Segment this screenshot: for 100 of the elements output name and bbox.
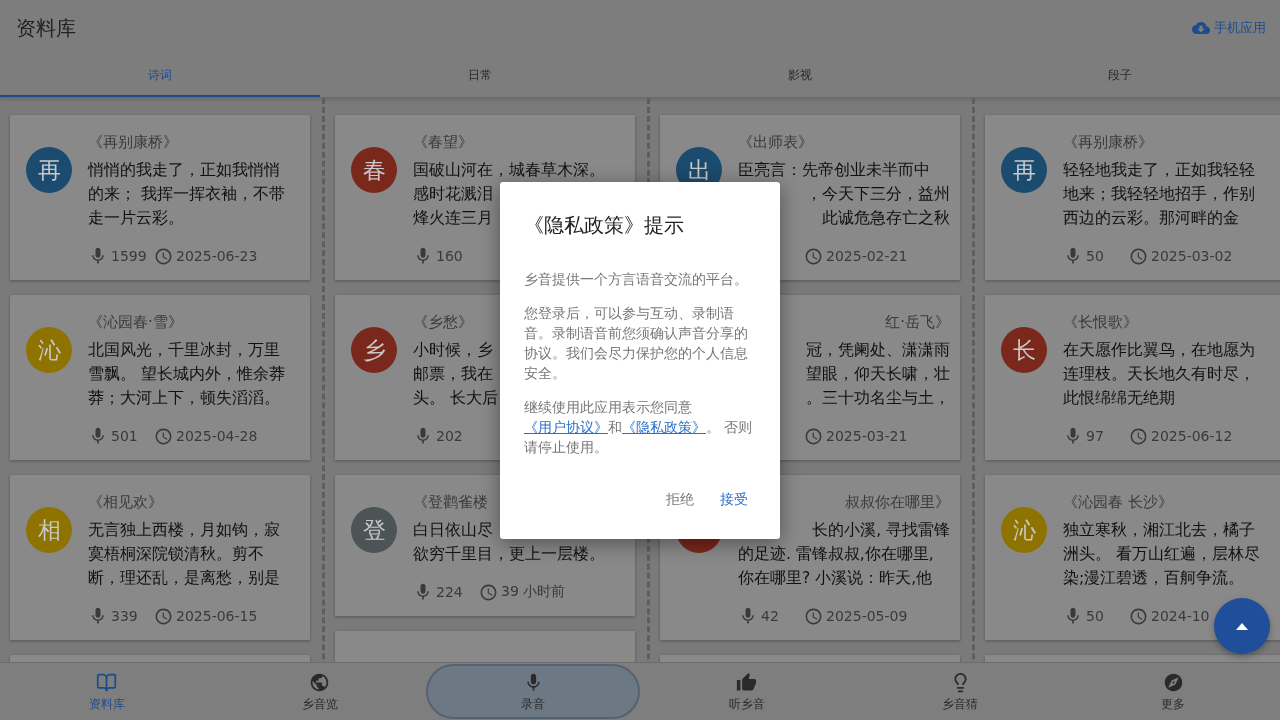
avatar: 春 xyxy=(351,147,397,193)
date: 2025-06-12 xyxy=(1151,428,1233,444)
compass-icon xyxy=(1162,671,1184,693)
recording-count: 202 xyxy=(436,428,463,444)
poem-line: 此诚危急存亡之秋 xyxy=(822,208,950,229)
poem-card[interactable]: 再 《再别康桥》 悄悄的我走了，正如我悄悄 的来； 我挥一挥衣袖，不带 走一片云彩。 1599 2025-06-23 xyxy=(10,115,310,280)
poem-line: 头。 长大后 xyxy=(413,388,498,409)
poem-title: 《出师表》 xyxy=(738,132,813,153)
clock-icon xyxy=(154,606,173,626)
recording-count: 224 xyxy=(436,584,463,600)
poem-line: 寞梧桐深院锁清秋。剪不 xyxy=(88,544,264,565)
poem-line: 臣亮言：先帝创业未半而中 xyxy=(738,160,930,181)
avatar: 相 xyxy=(26,507,72,553)
poem-line: 的足迹. 雷锋叔叔,你在哪里, xyxy=(738,544,934,565)
date: 2025-06-15 xyxy=(176,608,258,624)
date: 2025-05-09 xyxy=(826,608,908,624)
clock-icon xyxy=(154,246,173,266)
avatar: 沁 xyxy=(26,327,72,373)
avatar: 登 xyxy=(351,507,397,553)
cloud-download-icon xyxy=(1192,19,1210,37)
poem-line: 莽；大河上下，顿失滔滔。 xyxy=(88,388,280,409)
date: 2025-02-21 xyxy=(826,248,908,264)
recording-count: 97 xyxy=(1086,428,1104,444)
poem-line: 烽火连三月 xyxy=(413,208,493,229)
nav-item[interactable]: 更多 xyxy=(1155,663,1192,720)
poem-line: 冠，凭阑处、潇潇雨 xyxy=(806,340,950,361)
date: 39 小时前 xyxy=(501,583,566,601)
clock-icon xyxy=(154,426,173,446)
avatar: 再 xyxy=(1001,147,1047,193)
poem-title: 《乡愁》 xyxy=(413,312,473,333)
nav-item[interactable]: 录音 xyxy=(426,664,641,719)
poem-title: 叔叔你在哪里》 xyxy=(845,492,950,513)
date: 2025-03-21 xyxy=(826,428,908,444)
poem-card[interactable]: 相 《相见欢》 无言独上西楼，月如钩，寂 寞梧桐深院锁清秋。剪不 断，理还乱，是离愁，别是 339 2025-06-15 xyxy=(10,475,310,640)
poem-title: 《再别康桥》 xyxy=(1063,132,1153,153)
poem-line: 雪飘。 望长城内外，惟余莽 xyxy=(88,364,285,385)
decline-button[interactable]: 拒绝 xyxy=(660,486,700,513)
caret-up-icon xyxy=(1236,622,1248,630)
nav-item[interactable]: 乡音览 xyxy=(295,663,344,720)
poem-line: 无言独上西楼，月如钩，寂 xyxy=(88,520,280,541)
poem-line: 欲穷千里目，更上一层楼。 xyxy=(413,544,605,565)
poem-line: 的来； 我挥一挥衣袖，不带 xyxy=(88,184,285,205)
poem-title: 《相见欢》 xyxy=(88,492,163,513)
date: 2025-06-23 xyxy=(176,248,258,264)
poem-line: 长的小溪, 寻找雷锋 xyxy=(812,520,950,541)
poem-card[interactable]: 再 《再别康桥》 轻轻地我走了，正如我轻轻 地来；我轻轻地招手，作别 西边的云彩。那河畔的金 50 2025-03-02 xyxy=(985,115,1280,280)
page-title: 资料库 xyxy=(16,14,76,42)
date: 2025-03-02 xyxy=(1151,248,1233,264)
recording-count: 501 xyxy=(111,428,138,444)
clock-icon xyxy=(1129,426,1148,446)
poem-line: 感时花溅泪 xyxy=(413,184,493,205)
avatar: 乡 xyxy=(351,327,397,373)
date: 2025-04-28 xyxy=(176,428,258,444)
poem-card[interactable]: 沁 《沁园春 长沙》 独立寒秋，湘江北去，橘子 洲头。 看万山红遍，层林尽 染;漫江碧透，百舸争流。 50 2024-10 xyxy=(985,475,1280,640)
recording-count: 50 xyxy=(1086,608,1104,624)
poem-line: 邮票，我在 xyxy=(413,364,493,385)
policy-link[interactable]: 《用户协议》 xyxy=(524,418,608,435)
poem-line: 断，理还乱，是离愁，别是 xyxy=(88,568,280,589)
poem-line: 在天愿作比翼鸟，在地愿为 xyxy=(1063,340,1255,361)
poem-line: 国破山河在，城春草木深。 xyxy=(413,160,605,181)
globe-icon xyxy=(309,671,331,693)
tab[interactable]: 影视 xyxy=(640,56,960,97)
poem-line: 望眼，仰天长啸，壮 xyxy=(806,364,950,385)
avatar: 长 xyxy=(1001,327,1047,373)
nav-item[interactable]: 乡音猜 xyxy=(936,663,985,720)
poem-line: 白日依山尽 xyxy=(413,520,493,541)
poem-card[interactable]: 沁 《沁园春·雪》 北国风光，千里冰封，万里 雪飘。 望长城内外，惟余莽 莽；大河上下，顿失滔滔。 501 2025-04-28 xyxy=(10,295,310,460)
clock-icon xyxy=(804,426,823,446)
thumbs-up-icon xyxy=(736,671,758,693)
poem-line: 地来；我轻轻地招手，作别 xyxy=(1063,184,1255,205)
clock-icon xyxy=(804,606,823,626)
poem-line: 。三十功名尘与土， xyxy=(806,388,950,409)
clock-icon xyxy=(1129,606,1148,626)
recording-count: 339 xyxy=(111,608,138,624)
poem-line: 连理枝。天长地久有时尽， xyxy=(1063,364,1255,385)
poem-title: 《沁园春 长沙》 xyxy=(1063,492,1173,513)
book-icon xyxy=(96,671,118,693)
poem-title: 《沁园春·雪》 xyxy=(88,312,183,333)
recording-count: 42 xyxy=(761,608,779,624)
poem-line: ，今天下三分，益州 xyxy=(806,184,950,205)
poem-title: 《再别康桥》 xyxy=(88,132,178,153)
recording-count: 160 xyxy=(436,248,463,264)
poem-line: 西边的云彩。那河畔的金 xyxy=(1063,208,1239,229)
tab[interactable]: 日常 xyxy=(320,56,640,97)
poem-line: 此恨绵绵无绝期 xyxy=(1063,388,1175,409)
poem-line: 小时候，乡 xyxy=(413,340,493,361)
poem-card[interactable]: 长 《长恨歌》 在天愿作比翼鸟，在地愿为 连理枝。天长地久有时尽， 此恨绵绵无绝期 97 2025-06-12 xyxy=(985,295,1280,460)
poem-line: 洲头。 看万山红遍，层林尽 xyxy=(1063,544,1260,565)
nav-item[interactable]: 听乡音 xyxy=(723,663,771,720)
tab[interactable]: 段子 xyxy=(960,56,1280,97)
recording-count: 1599 xyxy=(111,248,147,264)
clock-icon xyxy=(1129,246,1148,266)
poem-line: 独立寒秋，湘江北去，橘子 xyxy=(1063,520,1255,541)
poem-title: 《登鹳雀楼 xyxy=(413,492,488,513)
poem-title: 《长恨歌》 xyxy=(1063,312,1138,333)
clock-icon xyxy=(479,582,498,602)
poem-title: 《春望》 xyxy=(413,132,473,153)
accept-button[interactable]: 接受 xyxy=(714,486,754,513)
poem-line: 你在哪里? 小溪说：昨天,他 xyxy=(738,568,933,589)
poem-line: 悄悄的我走了，正如我悄悄 xyxy=(88,160,280,181)
